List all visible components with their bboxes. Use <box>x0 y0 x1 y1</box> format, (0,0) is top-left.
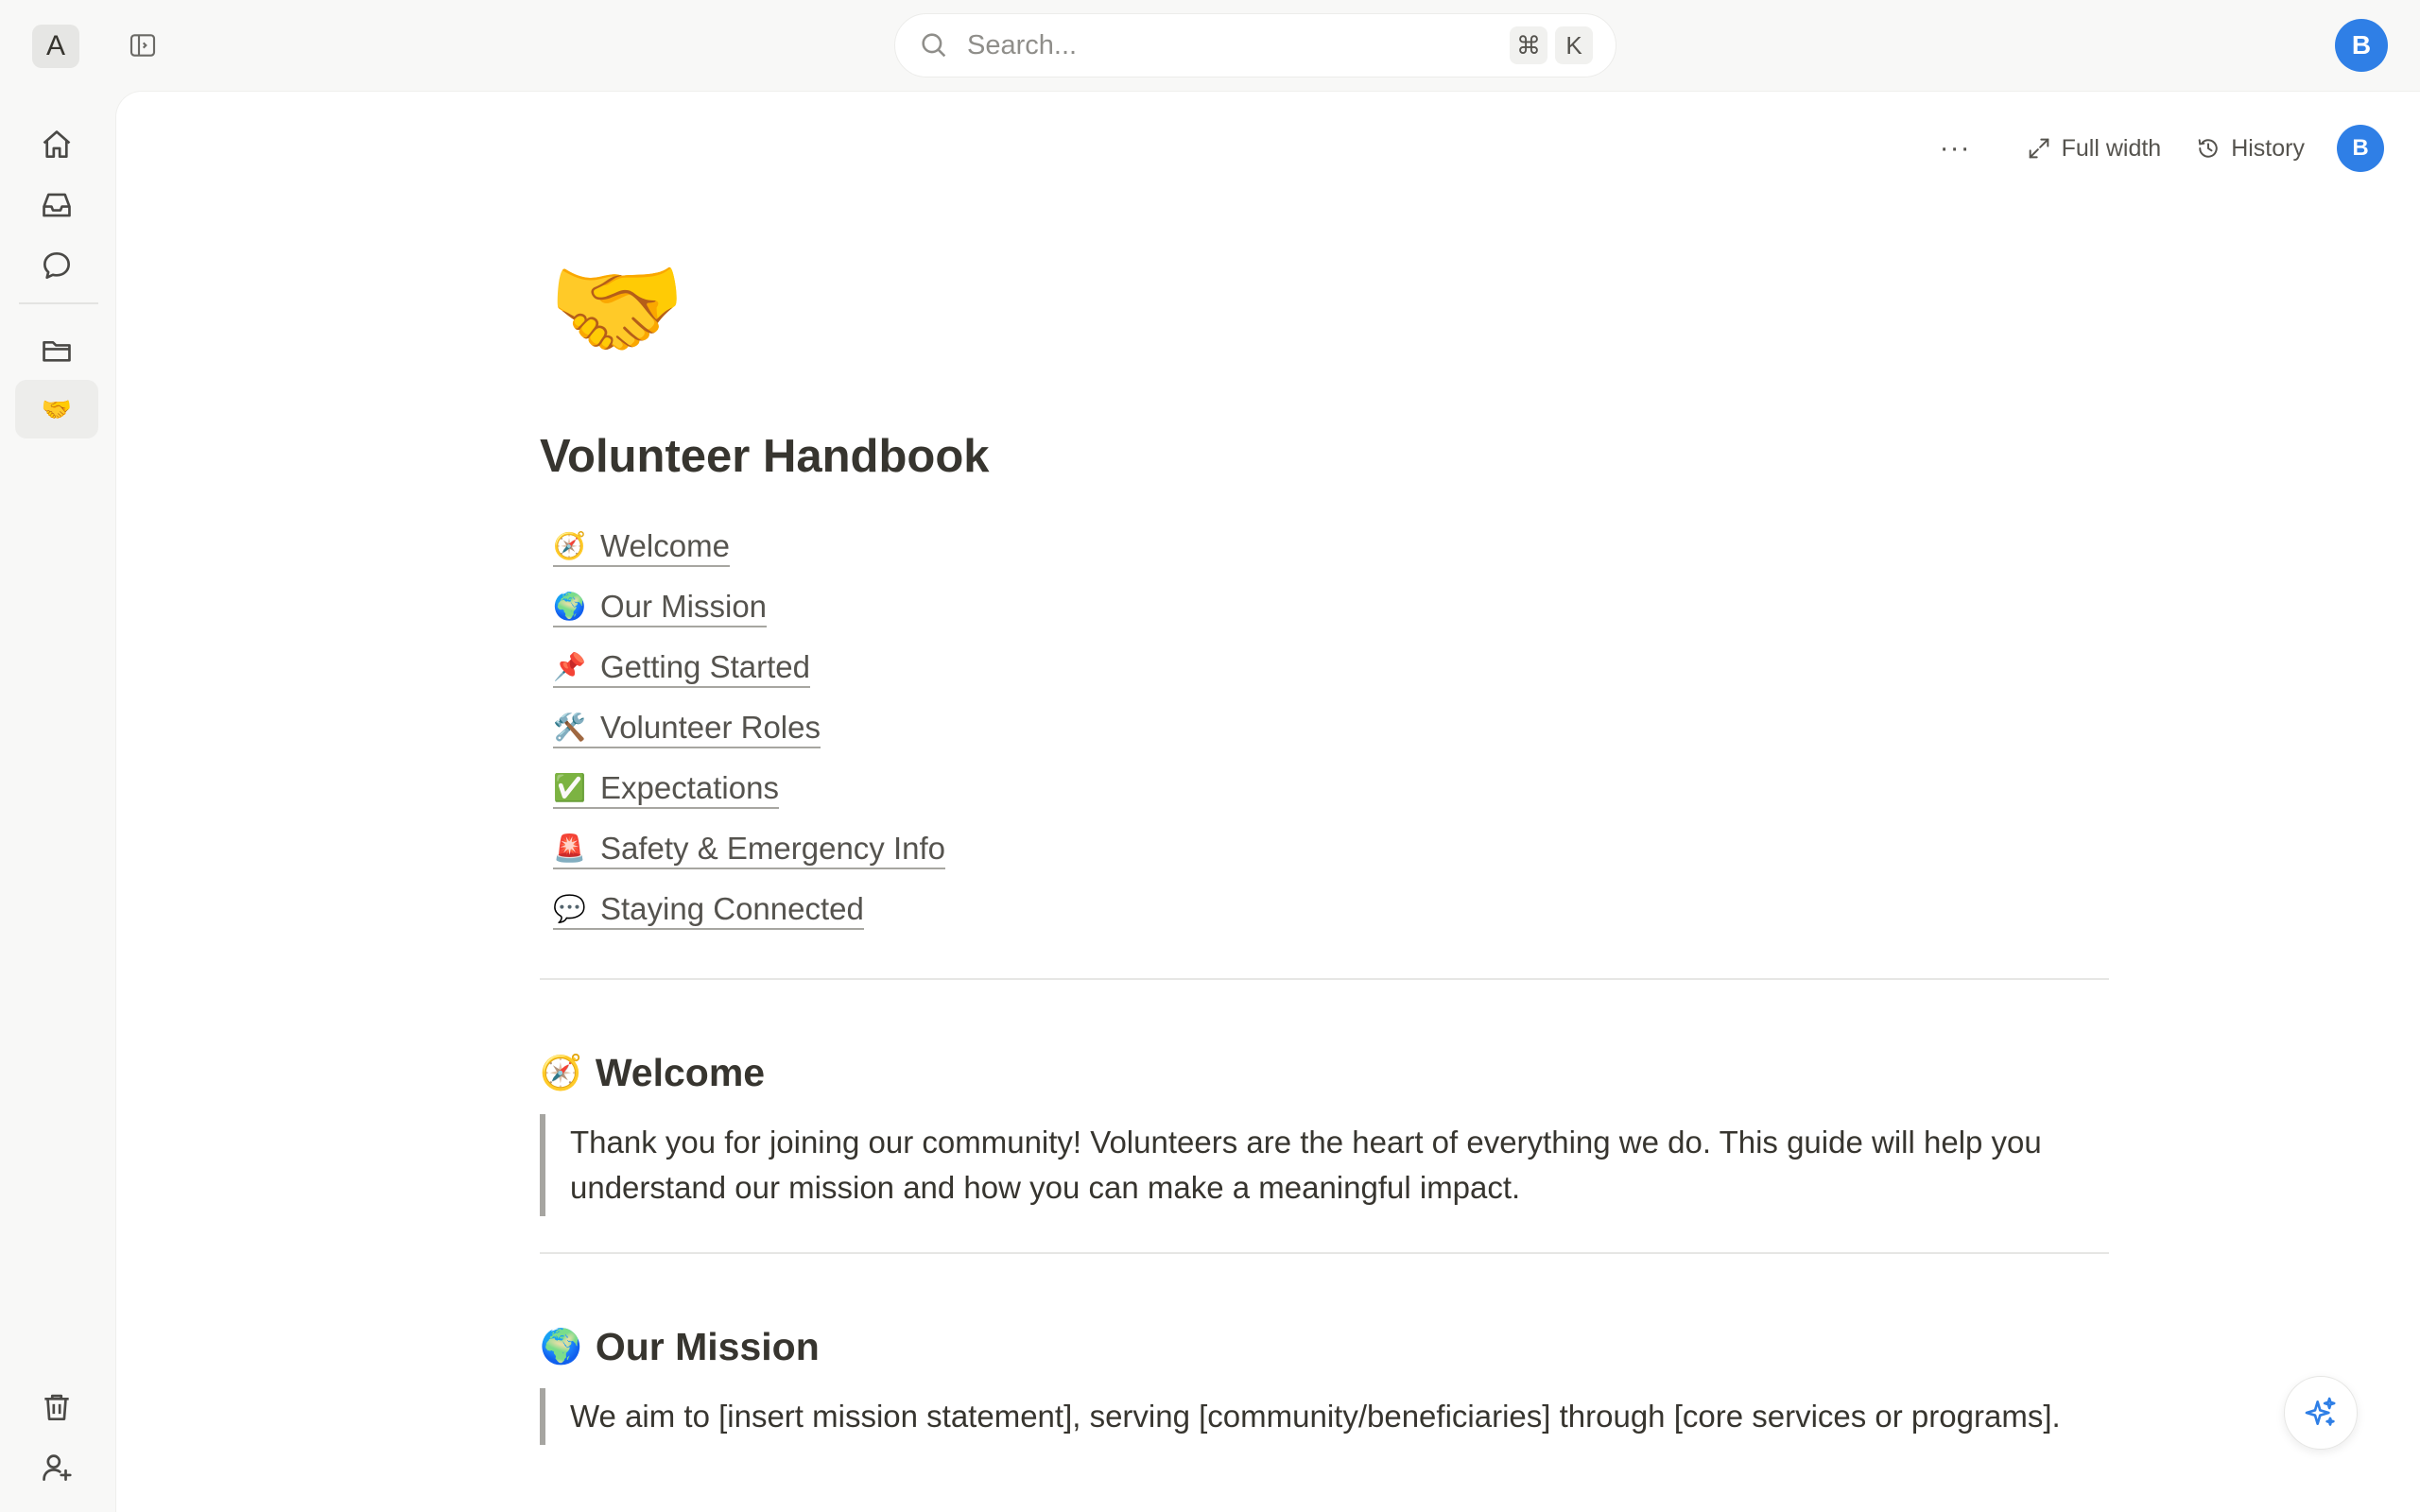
toc-link-volunteer-roles[interactable]: 🛠️ Volunteer Roles <box>553 710 821 748</box>
compass-icon: 🧭 <box>553 531 586 560</box>
toc-item: 🧭 Welcome <box>540 517 2109 577</box>
full-width-label: Full width <box>2061 134 2162 162</box>
page-actions: ··· Full width History B <box>1923 124 2384 173</box>
toc-label: Staying Connected <box>600 890 864 926</box>
expand-icon <box>2029 138 2048 159</box>
page-title[interactable]: Volunteer Handbook <box>540 430 2109 496</box>
rail-home-button[interactable] <box>15 115 98 174</box>
toc-label: Welcome <box>600 527 730 563</box>
rail-divider <box>19 302 98 304</box>
more-options-button[interactable]: ··· <box>1923 124 1988 173</box>
section-heading-text: Our Mission <box>595 1324 820 1368</box>
page-content: 🤝 Volunteer Handbook 🧭 Welcome 🌍 Our Missi… <box>540 233 2109 1445</box>
collaborator-initial: B <box>2352 135 2369 161</box>
page-panel: ··· Full width History B 🤝 Volunteer Han… <box>115 91 2420 1512</box>
sparkle-icon <box>2305 1397 2336 1426</box>
mission-quote[interactable]: We aim to [insert mission statement], se… <box>540 1388 2109 1445</box>
toc-label: Volunteer Roles <box>600 709 821 745</box>
toc-link-welcome[interactable]: 🧭 Welcome <box>553 528 730 567</box>
toc-label: Expectations <box>600 769 779 805</box>
toc-item: 💬 Staying Connected <box>540 880 2109 940</box>
left-rail: 🤝 <box>0 91 115 1512</box>
toc-item: 📌 Getting Started <box>540 638 2109 698</box>
workspace-switcher-button[interactable]: A <box>32 25 79 68</box>
top-bar: A ⌘ K B <box>0 0 2420 91</box>
toc-link-our-mission[interactable]: 🌍 Our Mission <box>553 588 768 627</box>
rail-invite-button[interactable] <box>15 1438 98 1497</box>
search-input[interactable] <box>967 29 1502 61</box>
toc-label: Our Mission <box>600 588 768 624</box>
toc-link-expectations[interactable]: ✅ Expectations <box>553 770 779 809</box>
speech-bubble-icon: 💬 <box>553 894 586 923</box>
history-button[interactable]: History <box>2178 124 2322 173</box>
add-user-icon <box>43 1454 72 1482</box>
toc-label: Safety & Emergency Info <box>600 830 946 866</box>
toc-item: 🌍 Our Mission <box>540 577 2109 638</box>
workspace-initial: A <box>45 30 65 61</box>
section-heading-our-mission[interactable]: 🌍 Our Mission <box>540 1318 2109 1375</box>
full-width-button[interactable]: Full width <box>2009 124 2179 173</box>
folder-icon <box>43 340 71 362</box>
toc-item: ✅ Expectations <box>540 759 2109 819</box>
search-icon <box>922 33 946 58</box>
toc-item: 🛠️ Volunteer Roles <box>540 698 2109 759</box>
toc-link-staying-connected[interactable]: 💬 Staying Connected <box>553 891 864 930</box>
toc-label: Getting Started <box>600 648 810 684</box>
sidebar-toggle-icon <box>130 34 156 57</box>
check-mark-icon: ✅ <box>553 773 586 802</box>
sidebar-toggle-button[interactable] <box>127 30 159 60</box>
globe-icon: 🌍 <box>540 1327 582 1366</box>
page-icon[interactable]: 🤝 <box>547 233 2109 385</box>
handshake-icon: 🤝 <box>41 394 73 423</box>
home-icon <box>43 130 71 159</box>
welcome-quote[interactable]: Thank you for joining our community! Vol… <box>540 1114 2109 1216</box>
ai-assistant-button[interactable] <box>2284 1376 2358 1450</box>
rail-trash-button[interactable] <box>15 1378 98 1436</box>
section-heading-welcome[interactable]: 🧭 Welcome <box>540 1044 2109 1101</box>
user-avatar[interactable]: B <box>2335 19 2388 72</box>
trash-icon <box>44 1394 69 1421</box>
toc-item: 🚨 Safety & Emergency Info <box>540 819 2109 880</box>
tools-icon: 🛠️ <box>553 713 586 742</box>
divider <box>540 1252 2109 1254</box>
toc-link-safety[interactable]: 🚨 Safety & Emergency Info <box>553 830 946 869</box>
rail-chat-button[interactable] <box>15 236 98 295</box>
globe-icon: 🌍 <box>553 592 586 621</box>
user-initial: B <box>2351 30 2372 60</box>
table-of-contents: 🧭 Welcome 🌍 Our Mission 📌 Getting Started 🛠… <box>540 517 2109 940</box>
rail-inbox-button[interactable] <box>15 176 98 234</box>
siren-icon: 🚨 <box>553 833 586 863</box>
rail-current-page-button[interactable]: 🤝 <box>15 380 98 438</box>
compass-icon: 🧭 <box>540 1053 582 1091</box>
inbox-icon <box>43 193 71 217</box>
history-label: History <box>2231 134 2305 162</box>
toc-link-getting-started[interactable]: 📌 Getting Started <box>553 649 810 688</box>
divider <box>540 978 2109 980</box>
shortcut-k-key: K <box>1555 26 1593 64</box>
pushpin-icon: 📌 <box>553 652 586 681</box>
history-icon <box>2198 139 2218 158</box>
rail-files-button[interactable] <box>15 321 98 380</box>
shortcut-cmd-key: ⌘ <box>1510 26 1547 64</box>
chat-icon <box>43 251 71 280</box>
section-heading-text: Welcome <box>595 1050 766 1094</box>
search-bar[interactable]: ⌘ K <box>894 13 1616 77</box>
collaborator-avatar[interactable]: B <box>2337 125 2384 172</box>
